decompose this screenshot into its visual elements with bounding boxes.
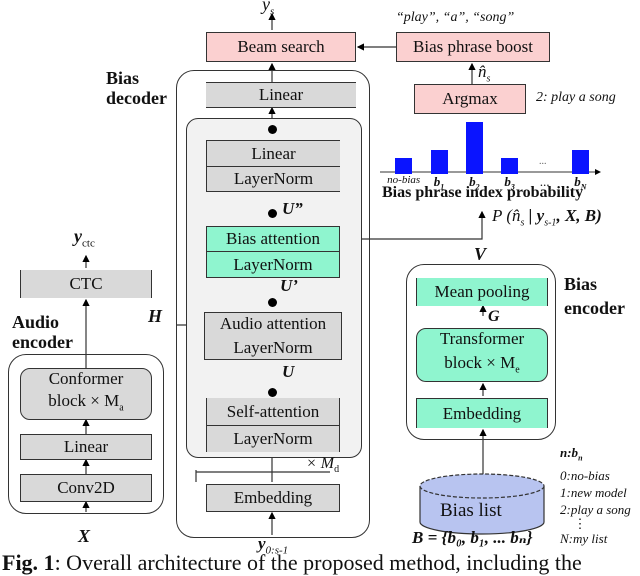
residual-sum-node (268, 209, 277, 218)
self-layernorm-block: LayerNorm (206, 426, 340, 452)
bias-phrase-boost-block: Bias phrase boost (396, 32, 550, 62)
u-label: U (282, 362, 295, 381)
conformer-label: Conformer (48, 369, 124, 389)
ctc-output-label: yctc (74, 226, 95, 250)
conv2d-block: Conv2D (20, 474, 152, 502)
ff-linear-block: Linear (206, 140, 340, 166)
bias-decoder-title: Bias decoder (106, 68, 167, 108)
caption-text: : Overall architecture of the proposed m… (54, 550, 582, 575)
bias-list-legend: n:bn 0:no-bias 1:new model 2:play a song… (560, 444, 631, 547)
chart-ellipsis: ... (539, 156, 547, 167)
conformer-block: Conformer block × Ma (20, 368, 152, 420)
bias-list-ellipsis: ⋮ (573, 515, 587, 531)
transformer-block: Transformer block × Me (416, 328, 548, 382)
bias-embedding-block: Embedding (416, 398, 548, 428)
chart-bar (501, 158, 519, 174)
decoder-output-label: ys (262, 0, 275, 18)
probability-formula: P (n̂s | ys-1, X, B) (492, 206, 602, 229)
ctc-block: CTC (20, 270, 152, 298)
bias-set-label: B = {b₀, b₁, ... bₙ} (412, 528, 533, 547)
bias-list-item: N:my list (560, 530, 608, 546)
ff-layernorm-block: LayerNorm (206, 166, 340, 192)
u-prime-label: U’ (280, 276, 298, 295)
bias-list-item: 2:play a song (560, 501, 631, 517)
probability-chart: ... (380, 118, 604, 174)
bias-encoder-title: Bias encoder (564, 274, 625, 318)
audio-attention-label: Audio attention (219, 314, 327, 333)
bias-list-header: n:bn (560, 445, 583, 463)
v-label: V (474, 244, 487, 264)
chart-bar (465, 122, 483, 174)
decoder-embedding-block: Embedding (206, 484, 340, 512)
residual-sum-node (268, 298, 277, 307)
bias-list-item: 0:no-bias (560, 467, 610, 483)
argmax-block: Argmax (414, 84, 526, 114)
residual-sum-node (268, 388, 277, 397)
transformer-repeat-label: block × Me (444, 353, 520, 376)
conformer-repeat-label: block × Ma (48, 391, 124, 414)
phrase-words-label: “play”, “a”, “song” (396, 10, 515, 25)
residual-sum-node (268, 125, 277, 134)
audio-encoder-title: Audio encoder (12, 312, 73, 352)
audio-linear-block: Linear (20, 434, 152, 460)
argmax-result-label: 2: play a song (536, 90, 616, 105)
bias-list-item: 1:new model (560, 484, 627, 500)
audio-input-label: X (78, 526, 91, 546)
figure-number: Fig. 1 (2, 550, 55, 575)
bias-list-cylinder-label: Bias list (440, 500, 502, 521)
mean-pooling-block: Mean pooling (416, 278, 548, 306)
self-attention-block[interactable]: Self-attention (206, 398, 340, 426)
figure-caption: Fig. 1: Overall architecture of the prop… (2, 550, 582, 576)
decoder-repeat-label: × Md (306, 455, 340, 476)
n-hat-label: n̂s (478, 62, 491, 85)
chart-bar (571, 150, 589, 174)
h-label: H (148, 306, 163, 326)
u-double-prime-label: U” (282, 199, 303, 218)
decoder-linear-block: Linear (206, 82, 356, 108)
bias-layernorm-block: LayerNorm (206, 252, 340, 278)
beam-search-block: Beam search (206, 32, 356, 62)
chart-title: Bias phrase index probability (382, 184, 584, 201)
audio-layernorm-label: LayerNorm (233, 338, 313, 357)
transformer-label: Transformer (439, 329, 525, 349)
bias-attention-block[interactable]: Bias attention (206, 226, 340, 252)
chart-bar (395, 158, 413, 174)
audio-attention-block[interactable]: Audio attention LayerNorm (204, 312, 342, 360)
g-label: G (488, 308, 500, 325)
chart-bar (430, 150, 448, 174)
